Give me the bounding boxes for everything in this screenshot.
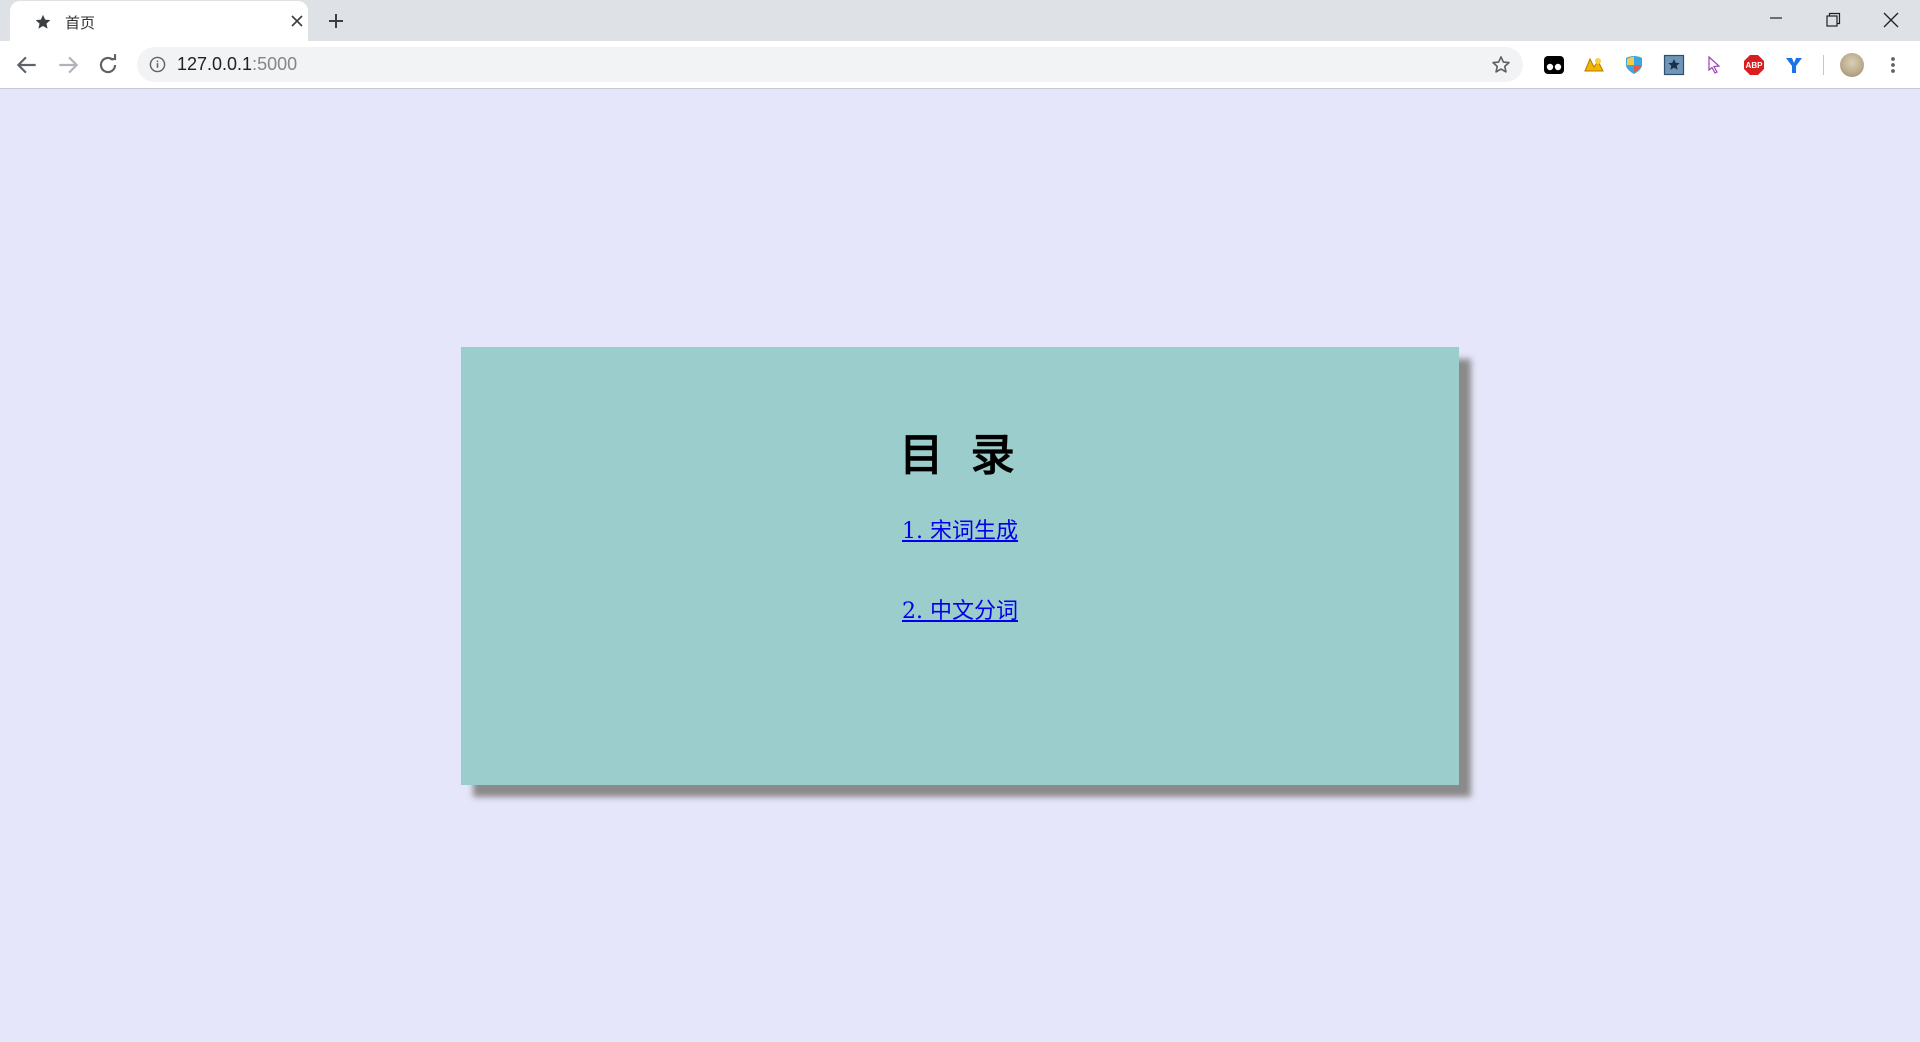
url-host: 127.0.0.1 <box>177 54 253 74</box>
url-port: :5000 <box>252 54 298 74</box>
star-icon <box>35 14 51 29</box>
page-viewport: 目 录 1. 宋词生成 2. 中文分词 <box>0 89 1920 1042</box>
bookmark-star-icon[interactable] <box>1490 54 1512 76</box>
back-arrow-icon[interactable] <box>14 52 40 78</box>
link-song-ci-generation[interactable]: 1. 宋词生成 <box>902 513 1018 545</box>
adblock-plus-icon[interactable]: ABP <box>1742 53 1766 77</box>
forward-arrow-icon[interactable] <box>55 52 81 78</box>
extension-y-icon[interactable] <box>1782 53 1806 77</box>
minimize-icon[interactable] <box>1764 8 1788 32</box>
toolbar-separator <box>1823 55 1824 75</box>
extension-shield-icon[interactable] <box>1622 53 1646 77</box>
extension-yellow-icon[interactable] <box>1582 53 1606 77</box>
extension-cursor-icon[interactable] <box>1702 53 1726 77</box>
close-tab-icon[interactable] <box>290 14 304 28</box>
tab-strip: 首页 <box>0 0 1920 41</box>
menu-card: 目 录 1. 宋词生成 2. 中文分词 <box>461 347 1459 785</box>
close-window-icon[interactable] <box>1879 8 1903 32</box>
adblock-label: ABP <box>1746 61 1764 70</box>
more-menu-icon[interactable] <box>1886 53 1900 77</box>
page-title: 目 录 <box>899 430 1021 481</box>
reload-icon[interactable] <box>95 52 121 78</box>
tab-active[interactable]: 首页 <box>10 1 308 41</box>
link-list: 1. 宋词生成 2. 中文分词 <box>461 513 1459 625</box>
profile-avatar[interactable] <box>1840 53 1864 77</box>
link-chinese-word-segmentation[interactable]: 2. 中文分词 <box>902 593 1018 625</box>
tampermonkey-icon[interactable] <box>1542 53 1566 77</box>
extension-star-icon[interactable] <box>1662 53 1686 77</box>
url-text[interactable]: 127.0.0.1:5000 <box>177 54 297 75</box>
restore-icon[interactable] <box>1821 8 1845 32</box>
address-bar[interactable]: 127.0.0.1:5000 <box>137 47 1523 82</box>
info-icon[interactable] <box>149 56 166 73</box>
new-tab-icon[interactable] <box>326 11 346 31</box>
browser-toolbar: 127.0.0.1:5000 ABP <box>0 41 1920 89</box>
tab-title: 首页 <box>65 15 96 32</box>
